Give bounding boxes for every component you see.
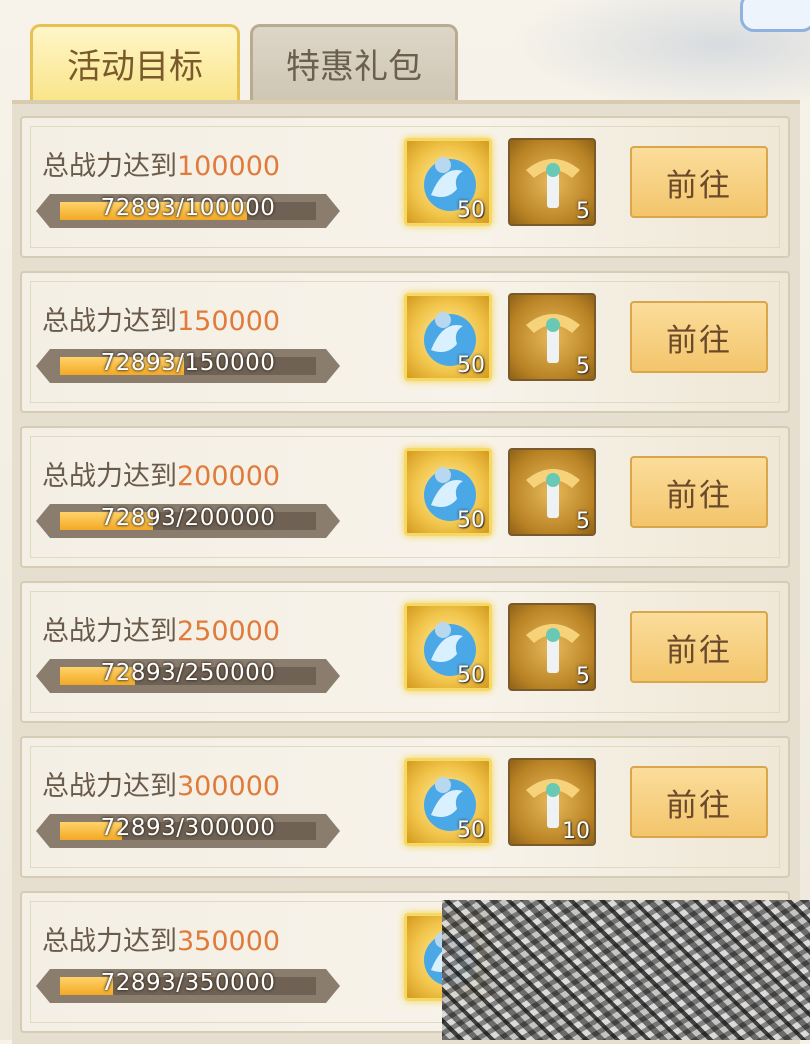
reward-item-sword-emblem[interactable]: 10 <box>508 758 596 846</box>
progress-text: 72893/350000 <box>100 970 276 996</box>
goal-row: 总战力达到200000 72893/200000 50 5 前往 <box>20 426 790 568</box>
tab-activity-goals[interactable]: 活动目标 <box>30 24 240 100</box>
progress-bar: 72893/150000 <box>36 349 340 383</box>
goal-row: 总战力达到250000 72893/250000 50 5 前往 <box>20 581 790 723</box>
reward-count: 10 <box>562 819 590 844</box>
reward-count: 50 <box>457 353 485 378</box>
go-button[interactable]: 前往 <box>630 301 768 373</box>
progress-bar: 72893/250000 <box>36 659 340 693</box>
goal-text: 总战力达到300000 <box>42 771 281 802</box>
mosaic-overlay <box>442 900 810 1040</box>
progress-bar: 72893/350000 <box>36 969 340 1003</box>
reward-item-wave-orb[interactable]: 50 <box>404 138 492 226</box>
reward-item-wave-orb[interactable]: 50 <box>404 758 492 846</box>
progress-bar: 72893/200000 <box>36 504 340 538</box>
reward-count: 5 <box>576 509 590 534</box>
reward-count: 50 <box>457 508 485 533</box>
tab-label: 特惠礼包 <box>286 47 422 87</box>
progress-text: 72893/100000 <box>100 195 276 221</box>
go-button[interactable]: 前往 <box>630 766 768 838</box>
goal-target-value: 300000 <box>177 771 281 802</box>
goal-text: 总战力达到350000 <box>42 926 281 957</box>
tab-label: 活动目标 <box>67 47 203 87</box>
goal-text: 总战力达到100000 <box>42 151 281 182</box>
tab-special-offers[interactable]: 特惠礼包 <box>250 24 458 100</box>
reward-item-sword-emblem[interactable]: 5 <box>508 138 596 226</box>
reward-count: 50 <box>457 663 485 688</box>
goal-text: 总战力达到150000 <box>42 306 281 337</box>
goal-row: 总战力达到300000 72893/300000 50 10 前往 <box>20 736 790 878</box>
progress-text: 72893/250000 <box>100 660 276 686</box>
go-button[interactable]: 前往 <box>630 146 768 218</box>
goal-target-value: 200000 <box>177 461 281 492</box>
progress-bar: 72893/100000 <box>36 194 340 228</box>
goal-target-value: 100000 <box>177 151 281 182</box>
goal-target-value: 350000 <box>177 926 281 957</box>
goal-text: 总战力达到250000 <box>42 616 281 647</box>
reward-item-wave-orb[interactable]: 50 <box>404 448 492 536</box>
reward-count: 5 <box>576 354 590 379</box>
goal-target-value: 150000 <box>177 306 281 337</box>
goal-row: 总战力达到150000 72893/150000 50 5 前往 <box>20 271 790 413</box>
reward-item-wave-orb[interactable]: 50 <box>404 293 492 381</box>
progress-text: 72893/200000 <box>100 505 276 531</box>
goal-row: 总战力达到100000 72893/100000 50 5 前往 <box>20 116 790 258</box>
goal-text: 总战力达到200000 <box>42 461 281 492</box>
reward-item-sword-emblem[interactable]: 5 <box>508 448 596 536</box>
reward-count: 50 <box>457 198 485 223</box>
reward-item-sword-emblem[interactable]: 5 <box>508 603 596 691</box>
reward-item-wave-orb[interactable]: 50 <box>404 603 492 691</box>
reward-count: 5 <box>576 664 590 689</box>
reward-count: 50 <box>457 818 485 843</box>
tab-bar: 活动目标 特惠礼包 <box>30 24 458 100</box>
go-button[interactable]: 前往 <box>630 611 768 683</box>
progress-text: 72893/300000 <box>100 815 276 841</box>
progress-text: 72893/150000 <box>100 350 276 376</box>
reward-item-sword-emblem[interactable]: 5 <box>508 293 596 381</box>
corner-ornament <box>740 0 810 32</box>
progress-bar: 72893/300000 <box>36 814 340 848</box>
goal-target-value: 250000 <box>177 616 281 647</box>
go-button[interactable]: 前往 <box>630 456 768 528</box>
reward-count: 5 <box>576 199 590 224</box>
